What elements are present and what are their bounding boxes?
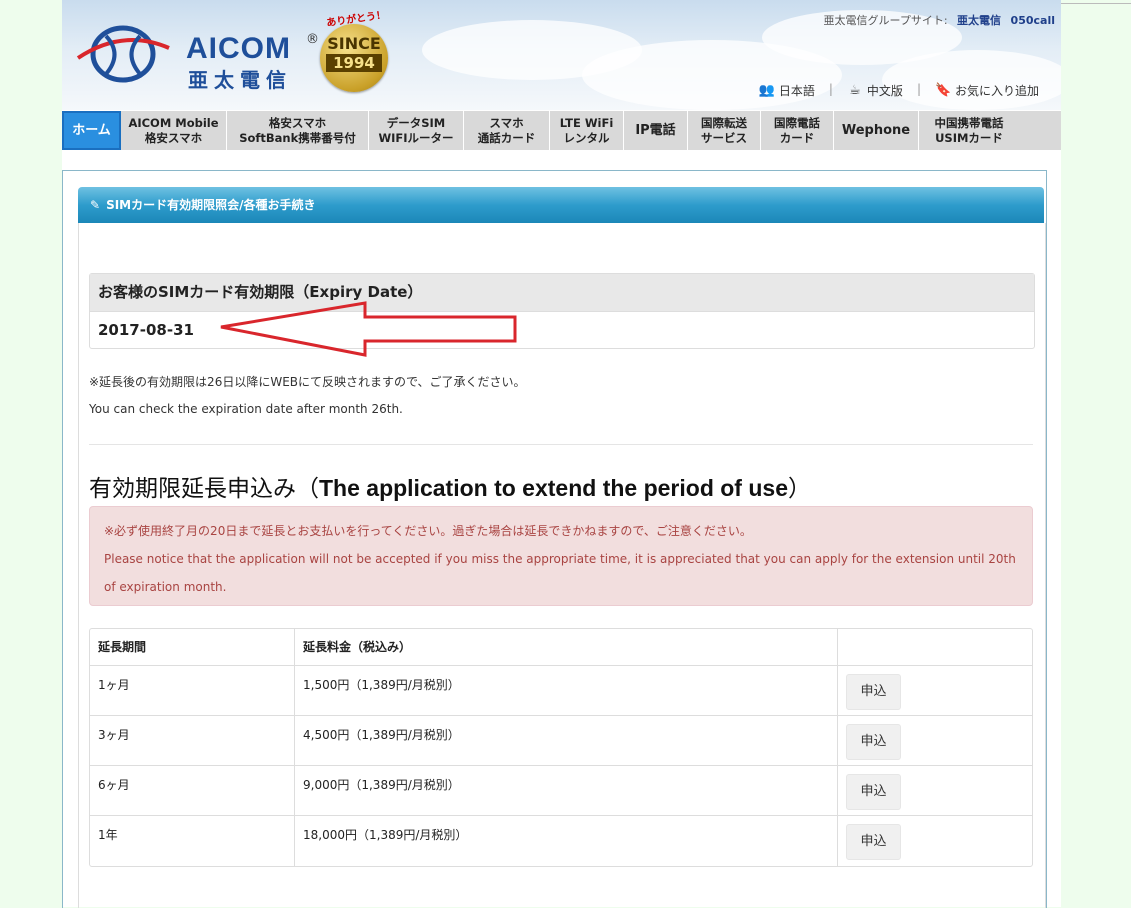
- panel-body: お客様のSIMカード有効期限（Expiry Date） 2017-08-31 ※…: [78, 223, 1046, 908]
- nav-line-1: Wephone: [841, 123, 911, 138]
- deadline-alert: ※必ず使用終了月の20日まで延長とお支払いを行ってください。過ぎた場合は延長でき…: [89, 506, 1033, 606]
- lang-japanese[interactable]: 👥 日本語: [759, 82, 815, 99]
- price-cell: 18,000円（1,389円/月税別）: [295, 816, 838, 866]
- nav-aicom-mobile[interactable]: AICOM Mobile 格安スマホ: [121, 111, 227, 150]
- alert-text-en: Please notice that the application will …: [104, 552, 1016, 594]
- logo-mark-icon: [76, 25, 170, 83]
- panel-title: SIMカード有効期限照会/各種お手続き: [106, 198, 316, 212]
- nav-line-1: データSIM: [386, 115, 446, 130]
- expiry-note-en: You can check the expiration date after …: [89, 402, 403, 416]
- table-row: 1ヶ月 1,500円（1,389円/月税別） 申込: [90, 666, 1032, 716]
- aicom-logo[interactable]: AICOM 亜太電信 ®: [76, 18, 319, 93]
- content-frame: ✎ SIMカード有効期限照会/各種お手続き お客様のSIMカード有効期限（Expi…: [62, 170, 1047, 908]
- nav-line-2: SoftBank携帯番号付: [239, 130, 356, 145]
- nav-line-2: レンタル: [563, 130, 610, 145]
- since-1994-badge: ありがとう！ SINCE 1994: [320, 10, 392, 92]
- apply-button[interactable]: 申込: [846, 674, 901, 710]
- badge-since: SINCE: [327, 34, 381, 53]
- action-cell: 申込: [838, 816, 1032, 866]
- bookmark-icon: 🔖: [934, 82, 952, 98]
- table-row: 6ヶ月 9,000円（1,389円/月税別） 申込: [90, 766, 1032, 816]
- extension-table: 延長期間 延長料金（税込み） 1ヶ月 1,500円（1,389円/月税別） 申込…: [89, 628, 1033, 867]
- main-nav: ホーム AICOM Mobile 格安スマホ 格安スマホ SoftBank携帯番…: [62, 111, 1061, 150]
- logo-subtitle: 亜太電信: [188, 68, 292, 92]
- people-icon: 👥: [758, 82, 776, 98]
- header-price: 延長料金（税込み）: [295, 629, 838, 666]
- divider: |: [916, 82, 921, 96]
- language-switcher: 👥 日本語 | ☕ 中文版 | 🔖 お気に入り追加: [759, 82, 1039, 99]
- nav-line-2: USIMカード: [935, 130, 1003, 145]
- divider: |: [828, 82, 833, 96]
- lang-chinese[interactable]: ☕ 中文版: [847, 82, 903, 99]
- red-arrow-annotation: [220, 301, 517, 357]
- apply-button[interactable]: 申込: [846, 774, 901, 810]
- nav-softbank[interactable]: 格安スマホ SoftBank携帯番号付: [227, 111, 369, 150]
- nav-forwarding[interactable]: 国際転送 サービス: [688, 111, 761, 150]
- nav-line-1: AICOM Mobile: [128, 115, 219, 130]
- expiry-note-jp: ※延長後の有効期限は26日以降にWEBにて反映されますので、ご了承ください。: [89, 375, 526, 389]
- nav-data-sim[interactable]: データSIM WIFIルーター: [369, 111, 464, 150]
- price-cell: 1,500円（1,389円/月税別）: [295, 666, 838, 716]
- group-label: 亜太電信グループサイト:: [823, 14, 948, 27]
- registered-mark: ®: [306, 32, 319, 47]
- nav-ip-phone[interactable]: IP電話: [624, 111, 688, 150]
- add-favorite-link[interactable]: 🔖 お気に入り追加: [935, 82, 1039, 99]
- apply-button[interactable]: 申込: [846, 824, 901, 860]
- nav-line-1: スマホ: [489, 115, 524, 130]
- header-action: [838, 629, 1032, 666]
- nav-intl-card[interactable]: 国際電話 カード: [761, 111, 834, 150]
- nav-line-2: 通話カード: [477, 130, 536, 145]
- page: AICOM 亜太電信 ® ありがとう！ SINCE 1994 亜太電信グループサ…: [62, 0, 1061, 908]
- action-cell: 申込: [838, 666, 1032, 716]
- nav-line-1: 国際電話: [774, 115, 820, 130]
- cup-icon: ☕: [849, 82, 861, 98]
- period-cell: 3ヶ月: [90, 716, 295, 766]
- extension-title-jp: 有効期限延長申込み（: [89, 476, 319, 502]
- header-period: 延長期間: [90, 629, 295, 666]
- extension-title: 有効期限延長申込み（The application to extend the …: [89, 469, 811, 503]
- nav-line-1: IP電話: [635, 123, 676, 138]
- period-cell: 1ヶ月: [90, 666, 295, 716]
- nav-line-2: サービス: [701, 130, 747, 145]
- nav-line-2: カード: [779, 130, 815, 145]
- lang-chinese-label: 中文版: [866, 84, 903, 98]
- table-row: 1年 18,000円（1,389円/月税別） 申込: [90, 816, 1032, 866]
- table-row: 3ヶ月 4,500円（1,389円/月税別） 申込: [90, 716, 1032, 766]
- nav-china-usim[interactable]: 中国携帯電話 USIMカード: [919, 111, 1019, 150]
- nav-line-2: WIFIルーター: [378, 130, 454, 145]
- apply-button[interactable]: 申込: [846, 724, 901, 760]
- divider: [89, 444, 1033, 445]
- period-cell: 1年: [90, 816, 295, 866]
- extension-title-en: The application to extend the period of …: [319, 475, 788, 501]
- nav-line-1: LTE WiFi: [559, 115, 614, 130]
- group-link-aicom[interactable]: 亜太電信: [957, 14, 1001, 27]
- action-cell: 申込: [838, 766, 1032, 816]
- group-link-050call[interactable]: 050call: [1011, 14, 1055, 27]
- logo-text: AICOM: [186, 32, 291, 65]
- nav-call-card[interactable]: スマホ 通話カード: [464, 111, 550, 150]
- badge-year: 1994: [326, 54, 382, 72]
- edit-icon: ✎: [90, 198, 101, 212]
- nav-lte-wifi[interactable]: LTE WiFi レンタル: [550, 111, 624, 150]
- nav-wephone[interactable]: Wephone: [834, 111, 919, 150]
- price-cell: 9,000円（1,389円/月税別）: [295, 766, 838, 816]
- period-cell: 6ヶ月: [90, 766, 295, 816]
- nav-home[interactable]: ホーム: [62, 111, 121, 150]
- alert-text-jp: ※必ず使用終了月の20日まで延長とお支払いを行ってください。過ぎた場合は延長でき…: [104, 524, 752, 538]
- site-header: AICOM 亜太電信 ® ありがとう！ SINCE 1994 亜太電信グループサ…: [62, 0, 1061, 110]
- nav-line-1: 格安スマホ: [268, 115, 327, 130]
- group-sites: 亜太電信グループサイト: 亜太電信 050call: [824, 12, 1056, 28]
- action-cell: 申込: [838, 716, 1032, 766]
- nav-line-2: 格安スマホ: [144, 130, 203, 145]
- lang-japanese-label: 日本語: [778, 84, 815, 98]
- add-favorite-label: お気に入り追加: [954, 84, 1039, 98]
- panel-header: ✎ SIMカード有効期限照会/各種お手続き: [78, 187, 1044, 223]
- table-header-row: 延長期間 延長料金（税込み）: [90, 629, 1032, 666]
- nav-line-1: 国際転送: [701, 115, 747, 130]
- nav-line-1: 中国携帯電話: [934, 115, 1004, 130]
- extension-title-end: ）: [787, 476, 811, 502]
- price-cell: 4,500円（1,389円/月税別）: [295, 716, 838, 766]
